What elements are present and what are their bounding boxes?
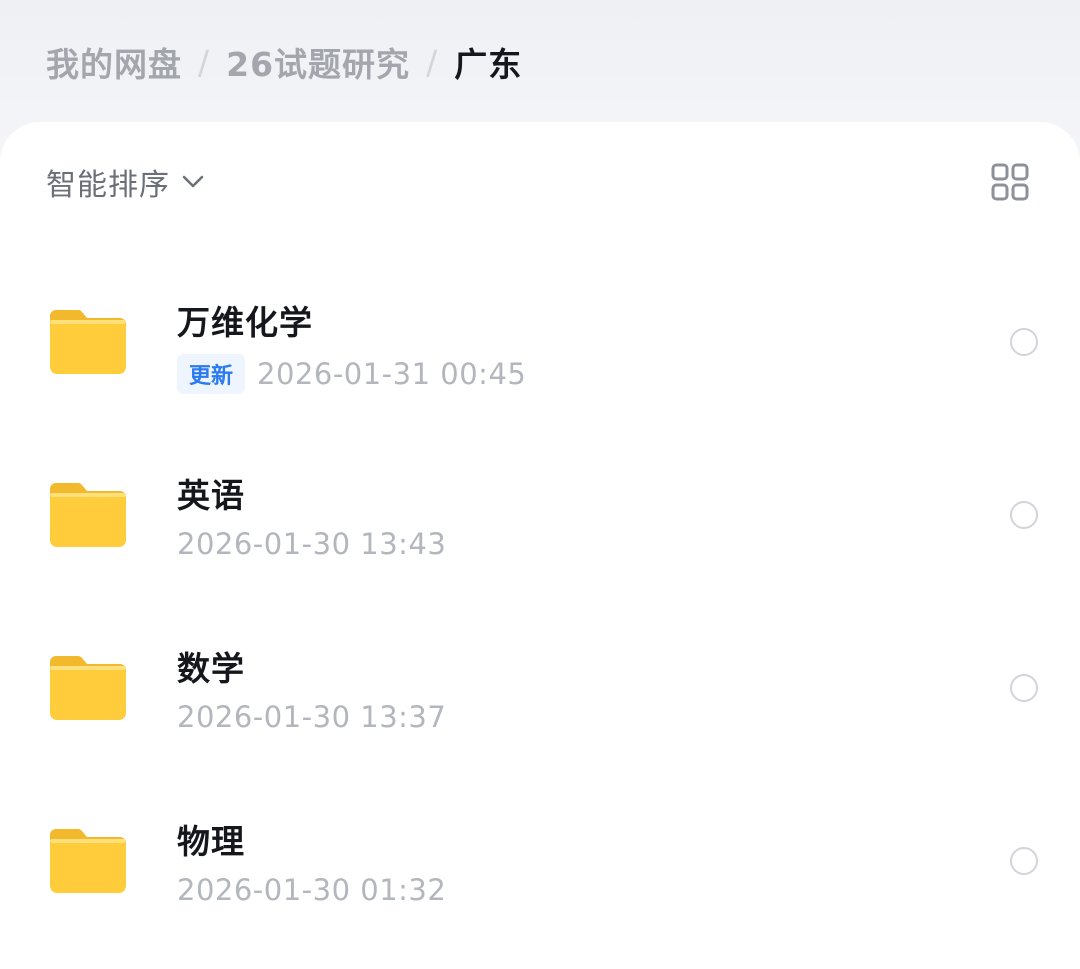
file-browser-page: 我的网盘 / 26试题研究 / 广东 智能排序 万维化学 更新 2026-01-… — [0, 0, 1080, 969]
grid-view-icon[interactable] — [990, 162, 1030, 202]
file-modified-time: 2026-01-30 01:32 — [177, 873, 447, 907]
file-modified-time: 2026-01-30 13:37 — [177, 700, 447, 734]
breadcrumb-item-current: 广东 — [454, 45, 523, 84]
file-row[interactable]: 万维化学 更新 2026-01-31 00:45 — [0, 262, 1080, 435]
file-meta: 更新 2026-01-31 00:45 — [177, 354, 526, 394]
select-radio[interactable] — [1010, 501, 1038, 529]
folder-icon — [50, 483, 126, 547]
list-toolbar: 智能排序 — [46, 160, 1030, 204]
folder-icon — [50, 829, 126, 893]
select-radio[interactable] — [1010, 847, 1038, 875]
file-meta: 2026-01-30 13:37 — [177, 700, 446, 734]
file-name: 万维化学 — [177, 303, 313, 342]
sort-label: 智能排序 — [46, 168, 170, 203]
breadcrumb-item-folder[interactable]: 26试题研究 — [226, 38, 410, 86]
file-meta: 2026-01-30 13:43 — [177, 527, 446, 561]
file-meta: 2026-01-30 01:32 — [177, 873, 446, 907]
breadcrumb: 我的网盘 / 26试题研究 / 广东 — [46, 36, 522, 88]
breadcrumb-item-root[interactable]: 我的网盘 — [46, 38, 182, 86]
folder-icon — [50, 656, 126, 720]
file-name: 英语 — [177, 476, 245, 515]
select-radio[interactable] — [1010, 328, 1038, 356]
file-row[interactable]: 物理 2026-01-30 01:32 — [0, 781, 1080, 954]
folder-icon — [50, 310, 126, 374]
file-row[interactable]: 数学 2026-01-30 13:37 — [0, 608, 1080, 781]
file-name: 物理 — [177, 822, 245, 861]
select-radio[interactable] — [1010, 674, 1038, 702]
chevron-down-icon — [182, 175, 204, 188]
sort-dropdown[interactable]: 智能排序 — [46, 160, 204, 204]
breadcrumb-separator: / — [198, 42, 211, 82]
file-modified-time: 2026-01-30 13:43 — [177, 527, 447, 561]
file-modified-time: 2026-01-31 00:45 — [257, 357, 527, 391]
file-list-card: 智能排序 万维化学 更新 2026-01-31 00:45 英语 2026-01… — [0, 122, 1080, 969]
update-badge: 更新 — [177, 354, 246, 394]
file-name: 数学 — [177, 649, 245, 688]
file-row[interactable]: 英语 2026-01-30 13:43 — [0, 435, 1080, 608]
file-list: 万维化学 更新 2026-01-31 00:45 英语 2026-01-30 1… — [0, 262, 1080, 954]
breadcrumb-separator: / — [426, 42, 439, 82]
